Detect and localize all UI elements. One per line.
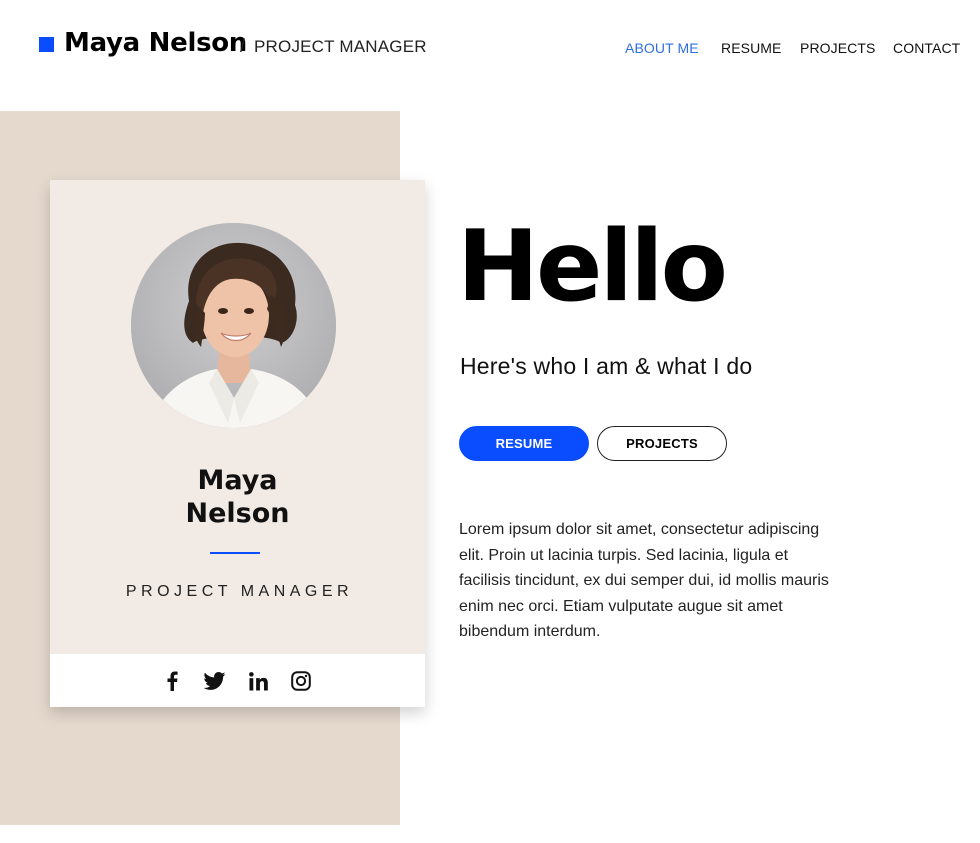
- nav-item-resume[interactable]: RESUME: [721, 40, 782, 56]
- social-bar: [50, 654, 425, 707]
- card-divider: [210, 552, 260, 554]
- facebook-icon[interactable]: [161, 670, 183, 692]
- profile-card: Maya Nelson PROJECT MANAGER: [50, 180, 425, 707]
- brand-logo-square: [39, 37, 54, 52]
- linkedin-icon[interactable]: [247, 670, 269, 692]
- brand-separator: /: [240, 36, 246, 56]
- instagram-icon[interactable]: [290, 670, 312, 692]
- nav-item-about-me[interactable]: ABOUT ME: [625, 40, 699, 56]
- brand-name[interactable]: Maya Nelson: [64, 28, 247, 58]
- hero-subtitle: Here's who I am & what I do: [460, 353, 753, 379]
- brand-role: PROJECT MANAGER: [254, 37, 427, 56]
- hero-title: Hello: [457, 210, 728, 324]
- avatar: [131, 223, 336, 428]
- card-role: PROJECT MANAGER: [125, 583, 354, 600]
- twitter-icon[interactable]: [204, 670, 226, 692]
- bio-text: Lorem ipsum dolor sit amet, consectetur …: [459, 521, 829, 641]
- projects-button[interactable]: PROJECTS: [597, 426, 727, 461]
- card-last-name: Nelson: [185, 498, 290, 529]
- card-first-name: Maya: [197, 465, 278, 496]
- card-name: Maya Nelson: [50, 464, 425, 530]
- portrait-photo: [131, 223, 336, 428]
- resume-button[interactable]: RESUME: [459, 426, 589, 461]
- nav-item-contact[interactable]: CONTACT: [893, 40, 960, 56]
- nav-item-projects[interactable]: PROJECTS: [800, 40, 875, 56]
